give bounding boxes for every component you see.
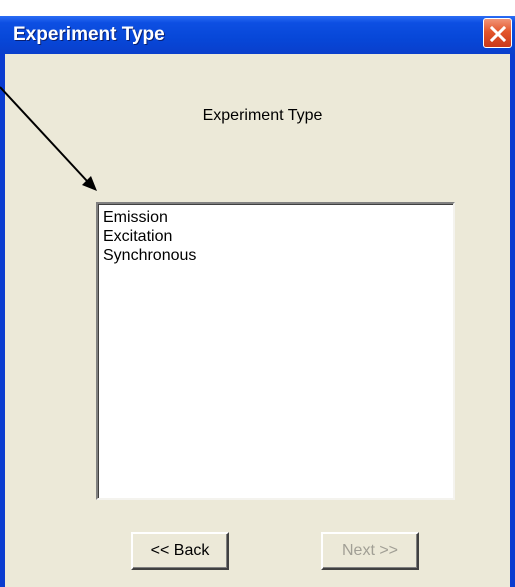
pointer-arrow-icon <box>0 86 97 191</box>
